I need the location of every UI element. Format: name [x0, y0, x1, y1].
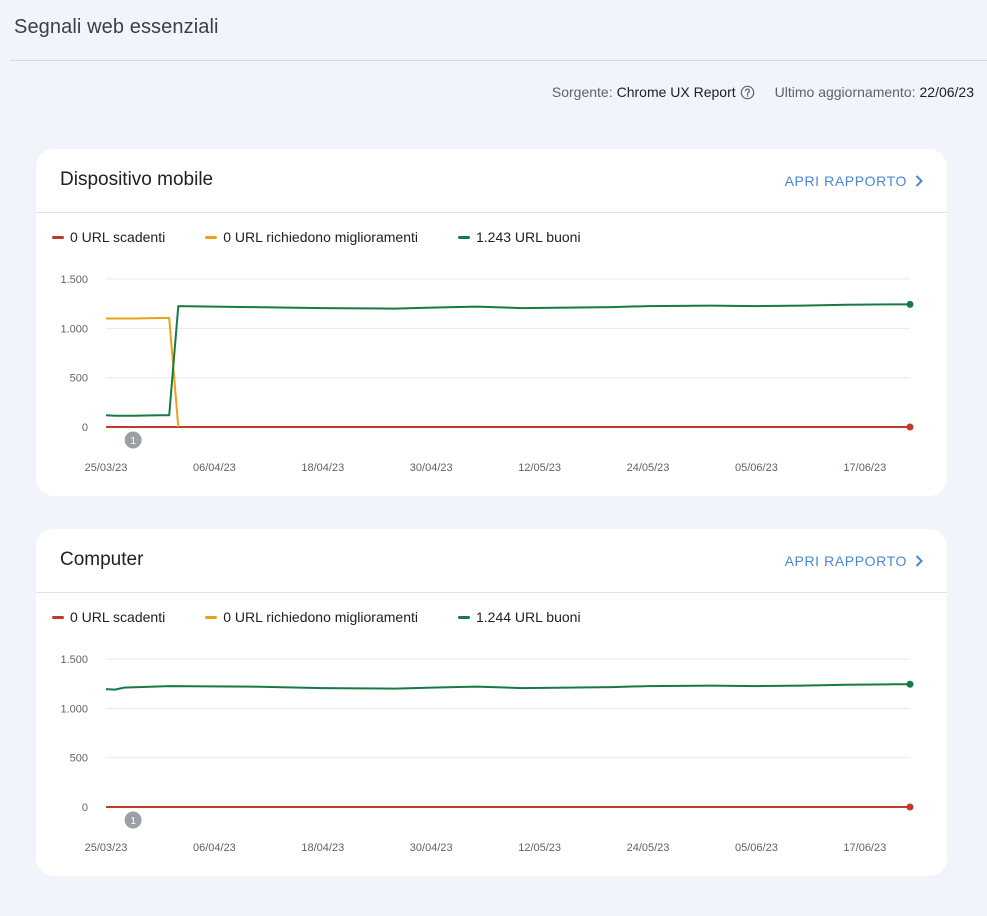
series-line	[105, 683, 910, 691]
series-line	[105, 303, 910, 417]
y-tick-label: 0	[82, 802, 88, 814]
source-label: Sorgente:	[551, 84, 613, 100]
series-end-point	[906, 300, 914, 308]
x-tick-label: 12/05/23	[518, 462, 561, 474]
help-circle-icon[interactable]	[740, 85, 755, 100]
series-end-point	[906, 680, 914, 688]
x-tick-label: 05/06/23	[735, 842, 778, 854]
mobile-chart: 0 500 1.000 1.500 25/03/23 06/04/23 18/04/23 30…	[60, 274, 914, 474]
x-tick-label: 05/06/23	[735, 462, 778, 474]
source-value: Chrome UX Report	[616, 84, 736, 100]
title-divider	[10, 60, 987, 61]
y-tick-label: 1.500	[60, 274, 88, 286]
series-end-point	[906, 423, 914, 431]
x-tick-label: 18/04/23	[301, 462, 344, 474]
y-tick-label: 500	[70, 753, 88, 765]
x-tick-label: 30/04/23	[410, 462, 453, 474]
x-tick-label: 17/06/23	[843, 842, 886, 854]
computer-chart: 0 500 1.000 1.500 25/03/23 06/04/23 18/04/23 30…	[60, 654, 914, 854]
x-tick-label: 12/05/23	[518, 842, 561, 854]
updated-value: 22/06/23	[919, 84, 975, 100]
y-tick-label: 1.000	[60, 323, 88, 335]
mobile-card: Dispositivo mobile APRI RAPPORTO 0 URL s…	[36, 149, 947, 496]
series-line	[106, 317, 180, 428]
annotation-label: 1	[130, 816, 136, 827]
x-tick-label: 30/04/23	[410, 842, 453, 854]
page-title: Segnali web essenziali	[14, 16, 219, 38]
y-tick-label: 500	[70, 373, 88, 385]
x-tick-label: 24/05/23	[627, 842, 670, 854]
source-info: Sorgente: Chrome UX Report Ultimo aggior…	[552, 84, 974, 100]
y-tick-label: 0	[82, 422, 88, 434]
x-tick-label: 06/04/23	[193, 842, 236, 854]
annotation-label: 1	[130, 436, 136, 447]
series-end-point	[906, 803, 914, 811]
x-tick-label: 06/04/23	[193, 462, 236, 474]
y-tick-label: 1.500	[60, 654, 88, 666]
x-tick-label: 25/03/23	[85, 842, 128, 854]
x-tick-label: 25/03/23	[85, 462, 128, 474]
updated-label: Ultimo aggiornamento:	[774, 84, 916, 100]
x-tick-label: 17/06/23	[843, 462, 886, 474]
y-tick-label: 1.000	[60, 703, 88, 715]
x-tick-label: 24/05/23	[627, 462, 670, 474]
x-tick-label: 18/04/23	[301, 842, 344, 854]
computer-card: Computer APRI RAPPORTO 0 URL scadenti 0 …	[36, 529, 947, 876]
